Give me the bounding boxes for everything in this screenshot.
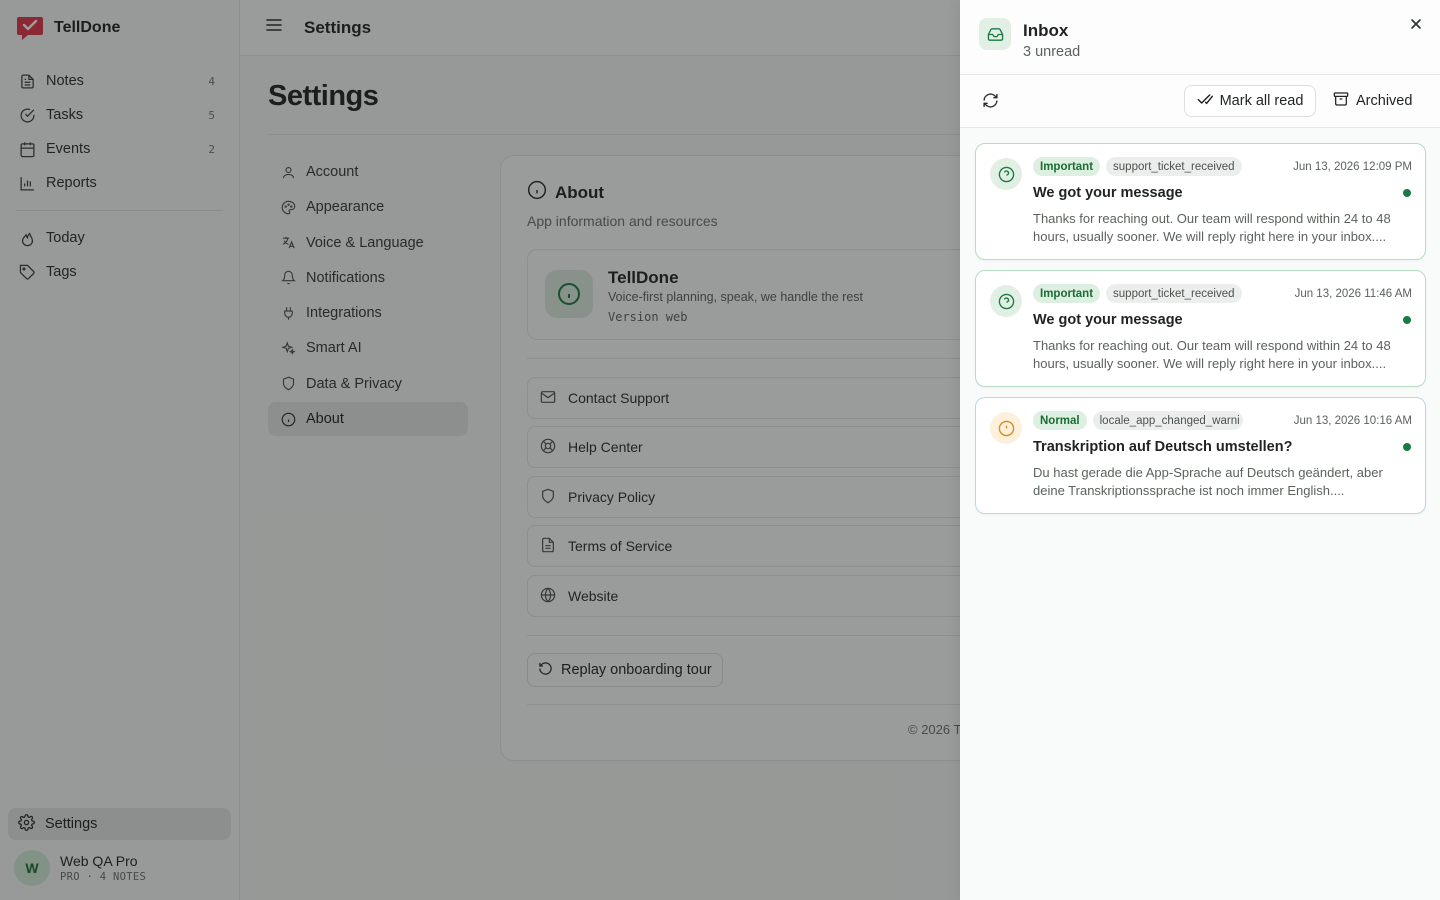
archived-label: Archived xyxy=(1356,93,1413,109)
message-title: Transkription auf Deutsch umstellen? xyxy=(1033,439,1293,455)
category-badge: support_ticket_received xyxy=(1106,284,1242,303)
message-preview: Thanks for reaching out. Our team will r… xyxy=(1033,338,1391,371)
message-preview: Du hast gerade die App-Sprache auf Deuts… xyxy=(1033,465,1383,498)
message-date: Jun 13, 2026 10:16 AM xyxy=(1293,415,1412,427)
mark-all-read-button[interactable]: Mark all read xyxy=(1184,85,1316,117)
unread-dot xyxy=(1403,443,1411,451)
category-badge: support_ticket_received xyxy=(1106,157,1242,176)
modal-backdrop[interactable] xyxy=(0,0,960,900)
unread-count: 3 unread xyxy=(1023,44,1081,60)
message-title: We got your message xyxy=(1033,312,1183,328)
check-double-icon xyxy=(1197,92,1213,110)
inbox-title: Inbox xyxy=(1023,21,1069,40)
priority-badge: Normal xyxy=(1033,411,1087,430)
priority-badge: Important xyxy=(1033,284,1101,303)
message-preview: Thanks for reaching out. Our team will r… xyxy=(1033,211,1391,244)
message-title: We got your message xyxy=(1033,185,1183,201)
message-date: Jun 13, 2026 12:09 PM xyxy=(1293,161,1412,173)
inbox-drawer: Inbox 3 unread Mark all read Archived Im… xyxy=(960,0,1440,900)
inbox-icon xyxy=(979,18,1011,50)
mark-all-read-label: Mark all read xyxy=(1219,93,1304,109)
inbox-message[interactable]: Normal locale_app_changed_warni Jun 13, … xyxy=(975,397,1426,514)
message-date: Jun 13, 2026 11:46 AM xyxy=(1294,288,1412,300)
category-badge: locale_app_changed_warni xyxy=(1092,411,1243,430)
inbox-message[interactable]: Important support_ticket_received Jun 13… xyxy=(975,143,1426,260)
unread-dot xyxy=(1403,316,1411,324)
archived-button[interactable]: Archived xyxy=(1333,85,1412,117)
inbox-message[interactable]: Important support_ticket_received Jun 13… xyxy=(975,270,1426,387)
priority-badge: Important xyxy=(1033,157,1101,176)
inbox-toolbar: Mark all read Archived xyxy=(960,75,1440,128)
archive-icon xyxy=(1333,91,1349,111)
help-circle-icon xyxy=(990,285,1022,317)
close-icon[interactable] xyxy=(1408,16,1424,32)
inbox-header: Inbox 3 unread xyxy=(960,0,1440,75)
alert-circle-icon xyxy=(990,412,1022,444)
refresh-icon[interactable] xyxy=(982,92,1000,110)
help-circle-icon xyxy=(990,158,1022,190)
unread-dot xyxy=(1403,189,1411,197)
